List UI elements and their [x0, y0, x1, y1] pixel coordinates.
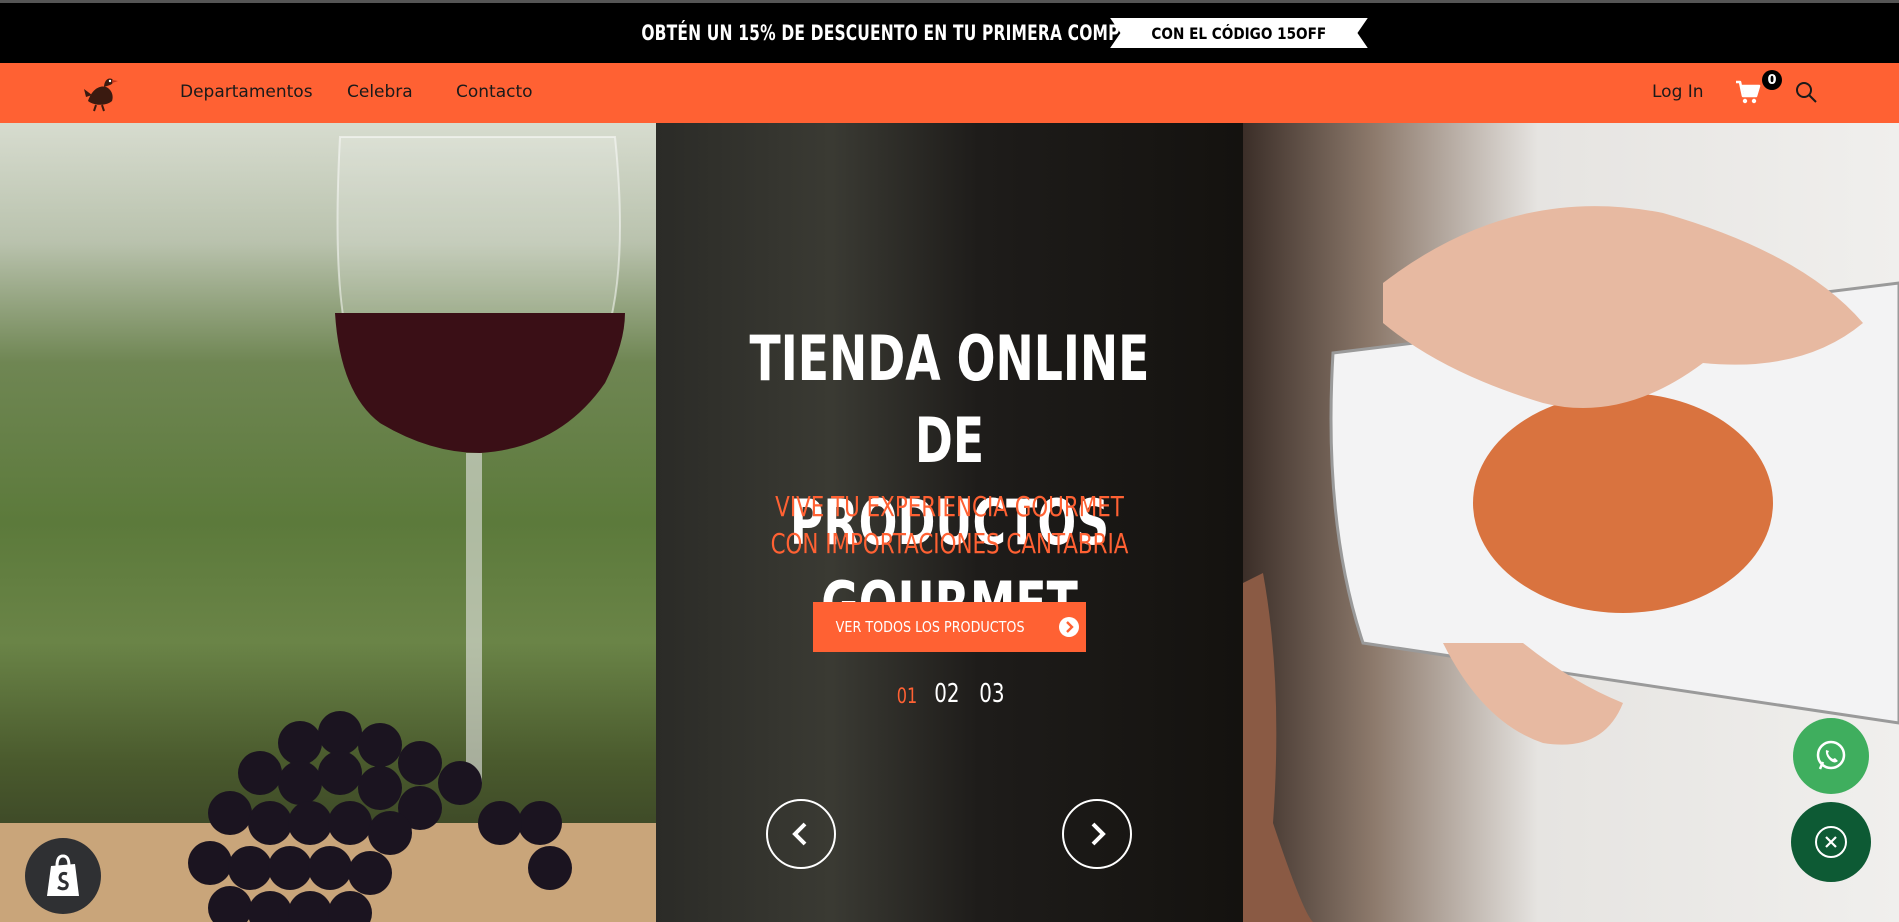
- shopify-bag-icon: [47, 854, 79, 896]
- hero-slider: TIENDA ONLINE DE PRODUCTOS GOURMET VIVE …: [0, 123, 1899, 922]
- login-link[interactable]: Log In: [1652, 82, 1704, 102]
- arrow-right-circle-icon: [1058, 617, 1079, 637]
- close-widget-button[interactable]: [1791, 802, 1871, 882]
- announcement-bar: OBTÉN UN 15% DE DESCUENTO EN TU PRIMERA …: [0, 0, 1899, 63]
- slide-indicator-3[interactable]: 03: [979, 679, 1004, 709]
- hero-subtitle-line1: VIVE TU EXPERIENCIA GOURMET: [775, 490, 1124, 523]
- next-slide-button[interactable]: [1062, 799, 1132, 869]
- bird-logo-icon[interactable]: [78, 71, 122, 115]
- announcement-text: OBTÉN UN 15% DE DESCUENTO EN TU PRIMERA …: [641, 21, 1145, 45]
- promo-code-tag: CON EL CÓDIGO 15OFF: [1110, 18, 1368, 48]
- can-pour-illustration: [1243, 206, 1899, 922]
- whatsapp-icon: [1816, 740, 1846, 770]
- hero-title-line1: TIENDA ONLINE DE: [749, 322, 1150, 477]
- search-icon[interactable]: [1794, 80, 1818, 104]
- hero-subtitle: VIVE TU EXPERIENCIA GOURMET CON IMPORTAC…: [700, 488, 1199, 562]
- chevron-right-icon: [1091, 822, 1106, 846]
- cart-icon[interactable]: [1735, 79, 1761, 105]
- hero-image-wine: [0, 123, 656, 922]
- nav-link-departamentos[interactable]: Departamentos: [180, 82, 313, 102]
- cart-count-badge: 0: [1762, 70, 1782, 90]
- nav-link-contacto[interactable]: Contacto: [456, 82, 533, 102]
- prev-slide-button[interactable]: [766, 799, 836, 869]
- slide-indicator-1[interactable]: 01: [897, 684, 917, 708]
- nav-link-celebra[interactable]: Celebra: [347, 82, 413, 102]
- whatsapp-button[interactable]: [1793, 718, 1869, 794]
- view-all-products-button[interactable]: VER TODOS LOS PRODUCTOS: [813, 602, 1086, 652]
- shopify-badge[interactable]: [25, 838, 101, 914]
- hero-title: TIENDA ONLINE DE PRODUCTOS GOURMET: [709, 318, 1190, 646]
- cta-label: VER TODOS LOS PRODUCTOS: [836, 618, 1025, 636]
- hero-image-can: [1243, 123, 1899, 922]
- promo-code-label: CON EL CÓDIGO 15OFF: [1151, 23, 1327, 43]
- hero-subtitle-line2: CON IMPORTACIONES CANTABRIA: [770, 527, 1129, 560]
- close-icon: [1815, 826, 1847, 858]
- wine-glass-illustration: [0, 136, 656, 922]
- main-navbar: Departamentos Celebra Contacto Log In 0: [0, 63, 1899, 123]
- slide-indicator-2[interactable]: 02: [934, 679, 959, 709]
- chevron-left-icon: [792, 822, 807, 846]
